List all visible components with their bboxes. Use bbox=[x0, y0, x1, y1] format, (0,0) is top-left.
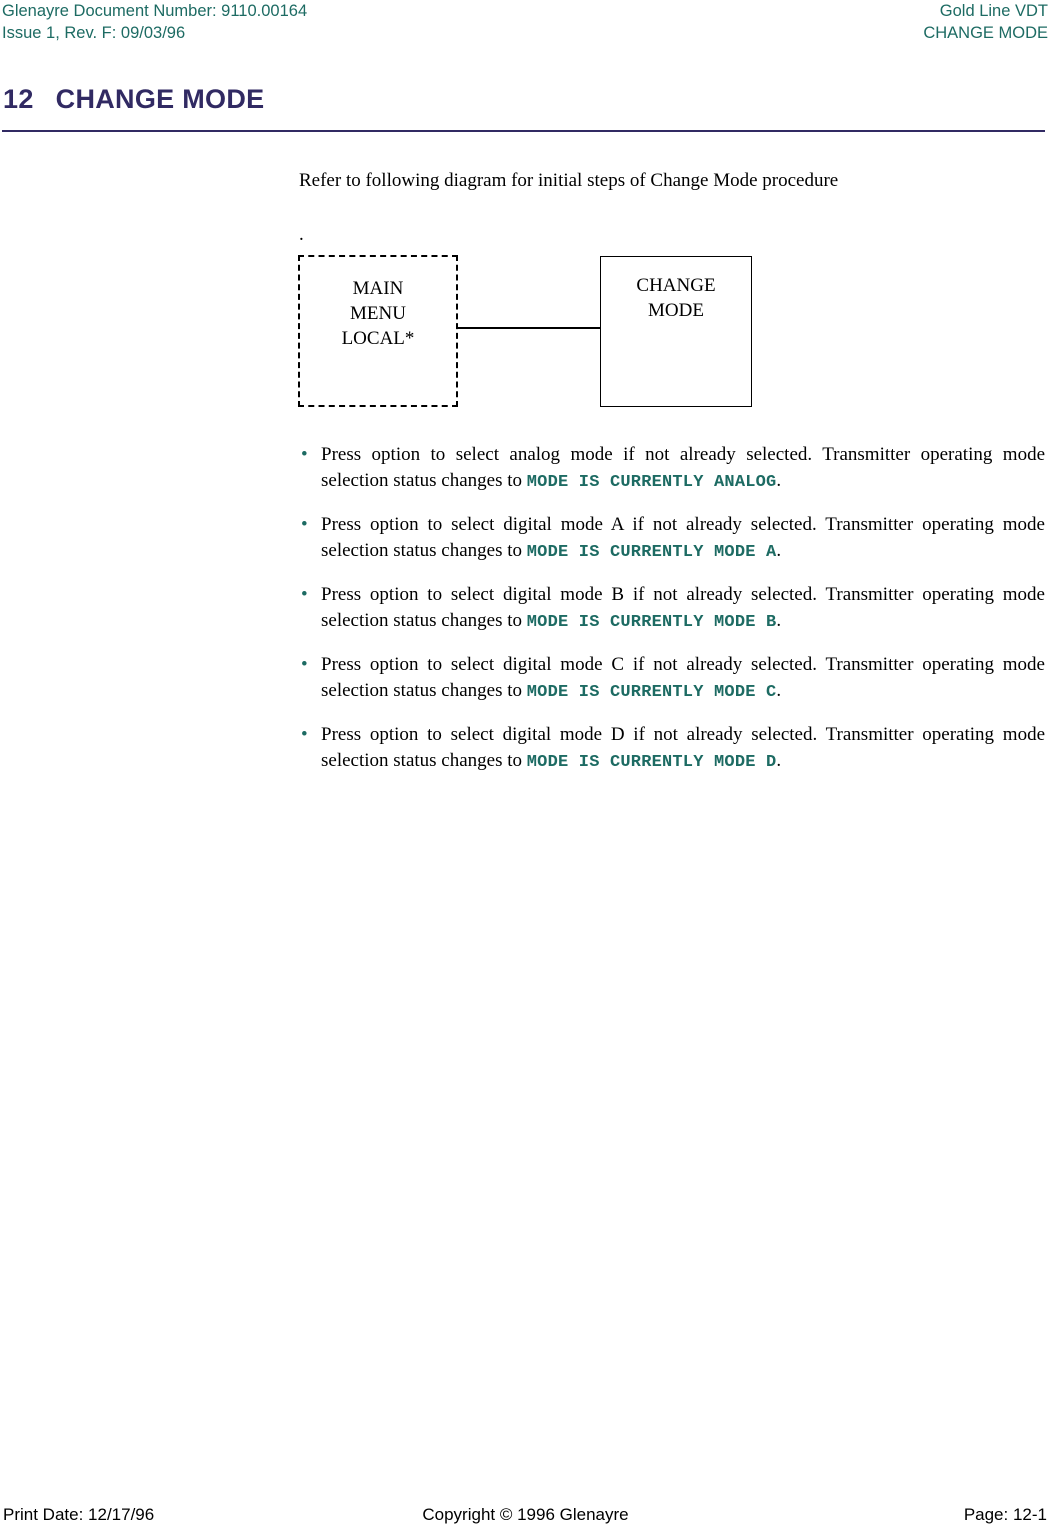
bullet-icon: • bbox=[301, 724, 308, 745]
node-line-3: LOCAL* bbox=[341, 328, 415, 349]
diagram-node-main-menu: MAIN MENU LOCAL* bbox=[298, 255, 458, 407]
page-title: 12 CHANGE MODE bbox=[3, 84, 264, 115]
page-header: Glenayre Document Number: 9110.00164 Iss… bbox=[0, 0, 1051, 44]
list-item: • Press option to select digital mode D i… bbox=[299, 722, 1045, 776]
stray-period: . bbox=[299, 224, 304, 245]
chapter-number: 12 bbox=[3, 84, 34, 114]
bullet-icon: • bbox=[301, 654, 308, 675]
change-mode-diagram: MAIN MENU LOCAL* CHANGE MODE bbox=[0, 245, 1051, 420]
document-page: Glenayre Document Number: 9110.00164 Iss… bbox=[0, 0, 1051, 1537]
list-item: • Press option to select digital mode C i… bbox=[299, 652, 1045, 706]
diagram-connector-line bbox=[457, 327, 601, 329]
bullet-text-after: . bbox=[776, 680, 782, 701]
bullet-text-after: . bbox=[776, 610, 782, 631]
status-code: MODE IS CURRENTLY MODE A bbox=[526, 543, 777, 562]
node-line-1: MAIN bbox=[352, 278, 404, 299]
status-code: MODE IS CURRENTLY MODE D bbox=[526, 753, 777, 772]
diagram-node-change-mode: CHANGE MODE bbox=[600, 256, 752, 407]
list-item: • Press option to select digital mode B i… bbox=[299, 582, 1045, 636]
page-number: Page: 12-1 bbox=[963, 1505, 1047, 1524]
status-code: MODE IS CURRENTLY MODE B bbox=[526, 613, 777, 632]
product-name: Gold Line VDT bbox=[939, 2, 1048, 20]
header-right-block: Gold Line VDT CHANGE MODE bbox=[923, 0, 1048, 44]
status-code: MODE IS CURRENTLY MODE C bbox=[526, 683, 777, 702]
bullet-icon: • bbox=[301, 584, 308, 605]
section-name: CHANGE MODE bbox=[923, 24, 1048, 42]
intro-block: Refer to following diagram for initial s… bbox=[299, 168, 1045, 248]
header-left-block: Glenayre Document Number: 9110.00164 Iss… bbox=[2, 0, 307, 44]
bullet-text-after: . bbox=[776, 540, 782, 561]
node-line-2: MODE bbox=[648, 300, 704, 321]
bullet-text-after: . bbox=[776, 750, 782, 771]
issue-revision: Issue 1, Rev. F: 09/03/96 bbox=[2, 24, 186, 42]
status-code: MODE IS CURRENTLY ANALOG bbox=[526, 473, 777, 492]
page-footer: Print Date: 12/17/96 Copyright © 1996 Gl… bbox=[0, 1505, 1051, 1533]
node-line-1: CHANGE bbox=[636, 275, 716, 296]
intro-paragraph: Refer to following diagram for initial s… bbox=[299, 170, 839, 191]
bullet-icon: • bbox=[301, 444, 308, 465]
copyright-notice: Copyright © 1996 Glenayre bbox=[422, 1505, 629, 1524]
chapter-title-text: CHANGE MODE bbox=[55, 84, 265, 114]
node-line-2: MENU bbox=[350, 303, 406, 324]
list-item: • Press option to select analog mode if n… bbox=[299, 442, 1045, 496]
list-item: • Press option to select digital mode A i… bbox=[299, 512, 1045, 566]
title-divider bbox=[2, 130, 1045, 132]
bullet-icon: • bbox=[301, 514, 308, 535]
bullet-text-after: . bbox=[776, 470, 782, 491]
document-number: Glenayre Document Number: 9110.00164 bbox=[2, 2, 308, 20]
procedure-bullet-list: • Press option to select analog mode if n… bbox=[299, 442, 1045, 776]
